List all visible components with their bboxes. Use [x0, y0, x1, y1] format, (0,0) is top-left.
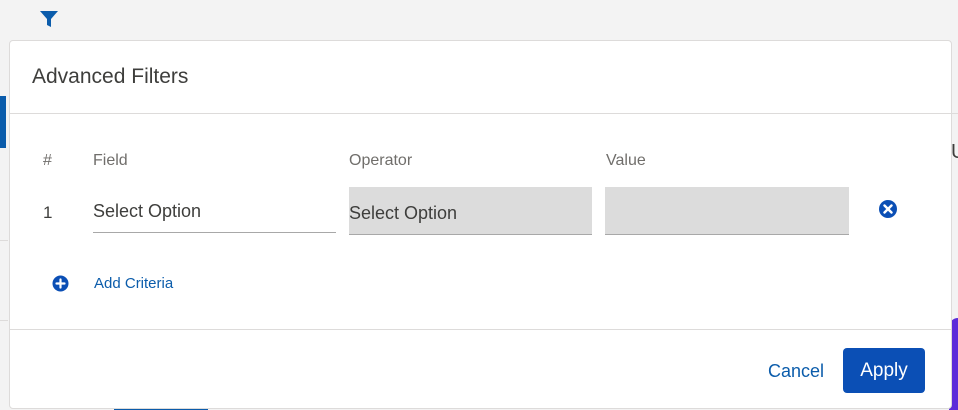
field-select[interactable]: Select Option: [93, 189, 336, 233]
add-criteria-link[interactable]: Add Criteria: [94, 275, 173, 292]
criteria-row-number: 1: [43, 203, 53, 222]
operator-select-disabled: Select Option: [349, 187, 592, 235]
field-select-value: Select Option: [93, 201, 202, 221]
advanced-filters-modal: Advanced Filters # Field Operator Value …: [9, 40, 952, 409]
background-divider: [952, 113, 958, 114]
column-header-operator: Operator: [349, 152, 413, 169]
column-header-value: Value: [606, 152, 646, 169]
background-divider: [0, 320, 8, 321]
remove-criteria-icon[interactable]: [878, 199, 898, 219]
filter-funnel-icon[interactable]: [38, 8, 60, 30]
background-toolbar: [0, 0, 958, 40]
value-input-disabled: [605, 187, 849, 235]
operator-select-value: Select Option: [349, 203, 458, 223]
cancel-button[interactable]: Cancel: [768, 361, 824, 382]
modal-title: Advanced Filters: [32, 65, 189, 88]
modal-header: Advanced Filters: [10, 41, 951, 114]
column-header-field: Field: [93, 152, 128, 169]
background-column-header: U: [951, 141, 958, 164]
column-header-number: #: [43, 152, 52, 169]
background-divider: [0, 240, 8, 241]
background-selected-indicator: [0, 96, 6, 148]
apply-button[interactable]: Apply: [843, 348, 925, 393]
add-criteria-icon[interactable]: [52, 275, 69, 292]
